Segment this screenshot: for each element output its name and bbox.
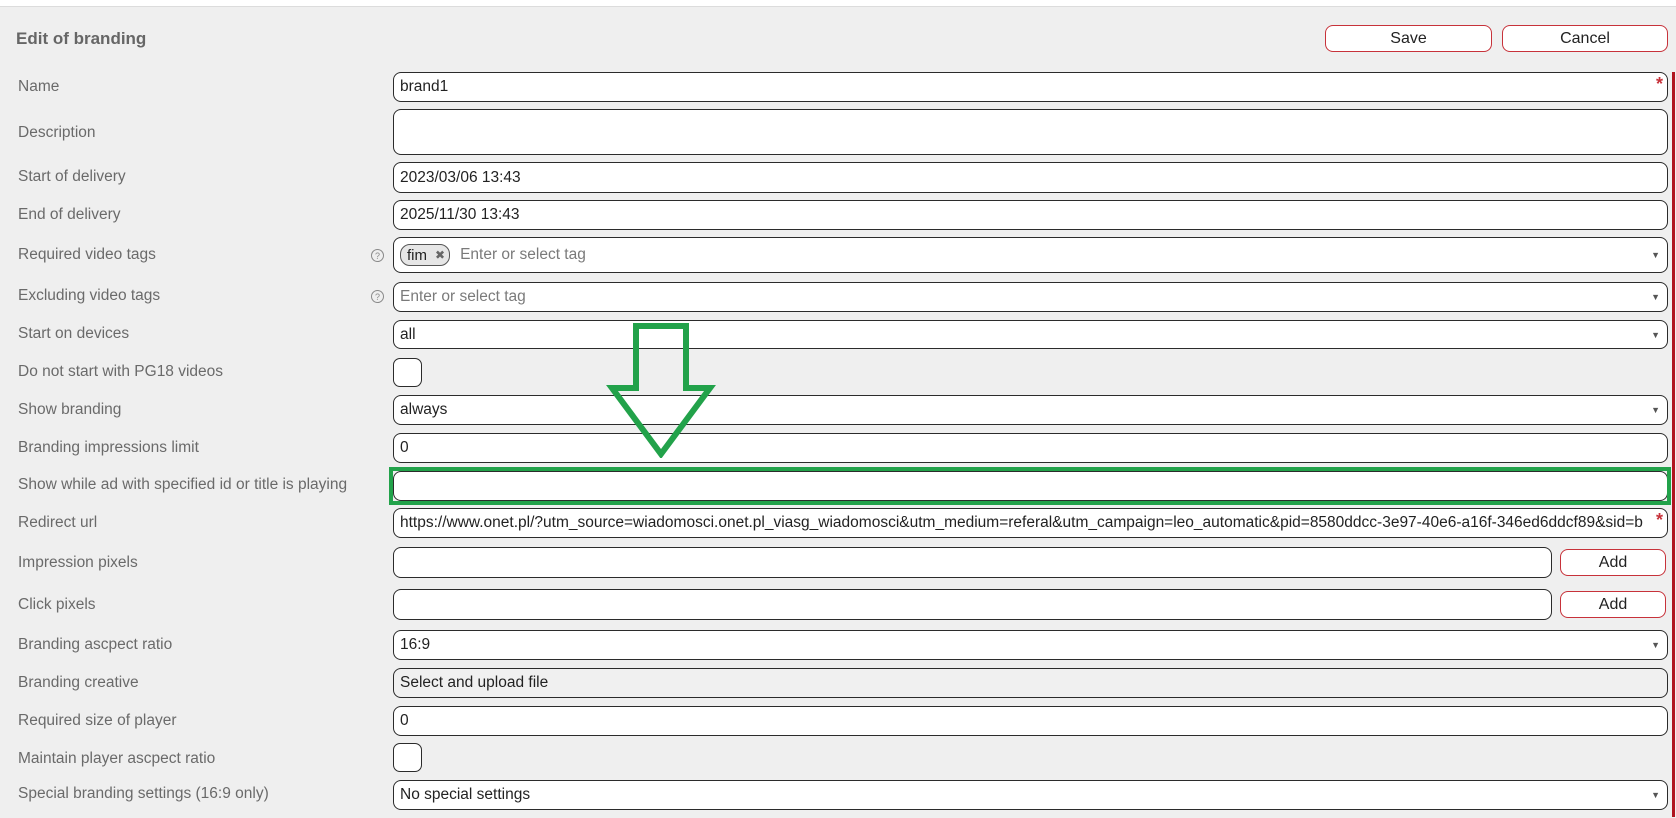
creative-label: Branding creative xyxy=(18,674,139,691)
tag-label: fim xyxy=(407,246,427,264)
chevron-down-icon[interactable]: ▼ xyxy=(1651,330,1660,340)
cancel-button[interactable]: Cancel xyxy=(1502,25,1668,52)
start-delivery-label: Start of delivery xyxy=(18,168,126,185)
show-while-ad-label: Show while ad with specified id or title… xyxy=(18,476,348,493)
required-tags-select[interactable]: fim ✖ Enter or select tag ▼ xyxy=(393,237,1668,273)
click-pixels-label: Click pixels xyxy=(18,596,96,613)
name-value: brand1 xyxy=(400,78,449,95)
start-devices-select[interactable]: all ▼ xyxy=(393,320,1668,349)
aspect-ratio-value: 16:9 xyxy=(400,636,431,653)
close-icon[interactable]: ✖ xyxy=(435,248,445,262)
required-tags-label: Required video tags xyxy=(18,246,156,263)
page-title: Edit of branding xyxy=(16,29,147,48)
click-pixels-input[interactable] xyxy=(393,589,1552,620)
arrow-down-icon xyxy=(606,323,716,458)
start-delivery-input[interactable]: 2023/03/06 13:43 xyxy=(393,162,1668,193)
special-settings-value: No special settings xyxy=(400,786,531,803)
show-branding-select[interactable]: always ▼ xyxy=(393,395,1668,425)
no-pg18-label: Do not start with PG18 videos xyxy=(18,363,224,380)
player-size-label: Required size of player xyxy=(18,712,177,729)
name-input[interactable]: brand1 * xyxy=(393,72,1668,102)
required-mark: * xyxy=(1655,510,1663,530)
special-settings-label: Special branding settings (16:9 only) xyxy=(18,785,269,802)
player-size-value: 0 xyxy=(400,712,409,729)
chevron-down-icon[interactable]: ▼ xyxy=(1651,790,1660,800)
description-label: Description xyxy=(18,124,96,141)
special-settings-select[interactable]: No special settings ▼ xyxy=(393,780,1668,810)
excluding-tags-select[interactable]: Enter or select tag ▼ xyxy=(393,282,1668,312)
impressions-limit-label: Branding impressions limit xyxy=(18,439,199,456)
show-branding-label: Show branding xyxy=(18,401,122,418)
maintain-ratio-checkbox[interactable] xyxy=(393,743,422,772)
chevron-down-icon[interactable]: ▼ xyxy=(1651,292,1660,302)
aspect-ratio-select[interactable]: 16:9 ▼ xyxy=(393,630,1668,660)
impressions-limit-value: 0 xyxy=(400,439,409,456)
impression-pixels-input[interactable] xyxy=(393,547,1552,578)
save-button[interactable]: Save xyxy=(1325,25,1492,52)
impressions-limit-input[interactable]: 0 xyxy=(393,433,1668,463)
required-tags-placeholder: Enter or select tag xyxy=(460,246,586,263)
excluding-tags-label: Excluding video tags xyxy=(18,287,161,304)
aspect-ratio-label: Branding ascpect ratio xyxy=(18,636,173,653)
end-delivery-input[interactable]: 2025/11/30 13:43 xyxy=(393,200,1668,230)
show-branding-value: always xyxy=(400,401,448,418)
start-devices-label: Start on devices xyxy=(18,325,130,342)
scrollbar[interactable] xyxy=(1672,72,1675,817)
chevron-down-icon[interactable]: ▼ xyxy=(1651,405,1660,415)
help-circle-icon[interactable]: ? xyxy=(371,290,384,303)
tag-chip: fim ✖ xyxy=(400,244,451,266)
redirect-url-value: https://www.onet.pl/?utm_source=wiadomos… xyxy=(400,514,1643,531)
add-impression-pixel-button[interactable]: Add xyxy=(1560,549,1666,576)
redirect-url-input[interactable]: https://www.onet.pl/?utm_source=wiadomos… xyxy=(393,508,1668,538)
help-circle-icon[interactable]: ? xyxy=(371,249,384,262)
creative-upload[interactable]: Select and upload file xyxy=(393,668,1668,698)
required-mark: * xyxy=(1655,74,1663,94)
highlight-box xyxy=(389,467,1671,505)
player-size-input[interactable]: 0 xyxy=(393,706,1668,736)
chevron-down-icon[interactable]: ▼ xyxy=(1651,250,1660,260)
excluding-tags-placeholder: Enter or select tag xyxy=(400,288,526,305)
creative-value: Select and upload file xyxy=(400,674,549,691)
end-delivery-label: End of delivery xyxy=(18,206,121,223)
start-devices-value: all xyxy=(400,325,416,343)
redirect-url-label: Redirect url xyxy=(18,514,98,531)
no-pg18-checkbox[interactable] xyxy=(393,358,422,387)
name-label: Name xyxy=(18,78,60,95)
maintain-ratio-label: Maintain player ascpect ratio xyxy=(18,750,216,767)
impression-pixels-label: Impression pixels xyxy=(18,554,138,571)
description-textarea[interactable] xyxy=(393,109,1668,155)
end-delivery-value: 2025/11/30 13:43 xyxy=(400,206,520,223)
chevron-down-icon[interactable]: ▼ xyxy=(1651,640,1660,650)
add-click-pixel-button[interactable]: Add xyxy=(1560,591,1666,618)
start-delivery-value: 2023/03/06 13:43 xyxy=(400,168,521,186)
